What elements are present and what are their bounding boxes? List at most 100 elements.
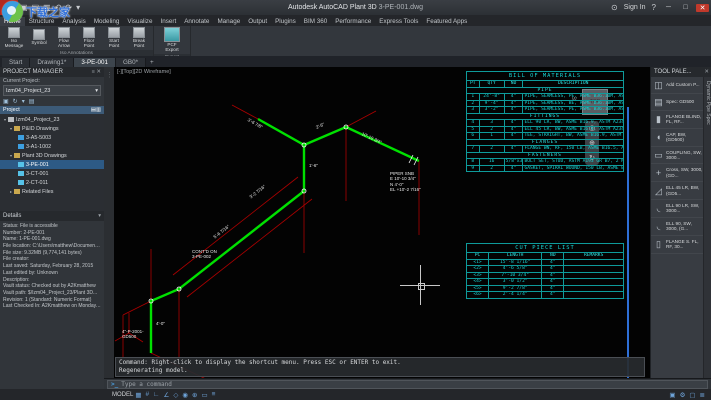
detail-line: Vault path: $/Izm04_Project_23/Plant 3D.… [3, 290, 101, 297]
file-tab-3-pe-001[interactable]: 3-PE-001 [74, 58, 116, 67]
cross-icon: + [653, 168, 664, 178]
panel-menu-icon[interactable]: ≡ [92, 69, 95, 75]
tree-item-pid-drawings[interactable]: ▾P&ID Drawings [0, 124, 104, 133]
filter-icon[interactable]: ▾ [22, 98, 25, 105]
ribbon-tab-bim360[interactable]: BIM 360 [300, 17, 331, 26]
lineweight-icon[interactable]: ≡ [212, 391, 216, 398]
ribbon-group-export: PCFExport Export [154, 26, 191, 56]
maximize-button[interactable]: □ [679, 4, 692, 11]
iso-table: CUT PIECE LISTPCLENGTHNDREMARKS<1>15'-8 … [466, 243, 624, 299]
osnap-icon[interactable]: ◉ [182, 391, 188, 399]
clean-screen-icon[interactable]: ▢ [689, 391, 695, 399]
tree-item-plant3d-drawings[interactable]: ▾Plant 3D Drawings [0, 151, 104, 160]
tree-header[interactable]: Project▤▥ [0, 106, 104, 114]
file-tab-gb0[interactable]: GB0* [116, 58, 146, 67]
detail-line: Name: 1-PE-001.dwg [3, 236, 101, 243]
palette-item-coupling[interactable]: ▭COUPLING, SW, 3000... [651, 147, 704, 165]
detail-line: Last Checked In: A2Kmatthew on Monday,..… [3, 303, 101, 310]
tree-item-related-files[interactable]: ▸Related Files [0, 187, 104, 196]
search-icon[interactable]: ⊙ [609, 3, 620, 12]
isodraft-icon[interactable]: ◇ [173, 391, 178, 399]
title-bar: A ▣ ▤ ▥ ↶ ↷ ▾ Autodesk AutoCAD Plant 3D … [0, 0, 711, 16]
pcf-export-button[interactable]: PCFExport [156, 27, 188, 53]
grid-icon[interactable]: ▦ [135, 391, 141, 399]
new-drawing-icon[interactable]: ▣ [3, 98, 9, 105]
palette-item-flange-blind[interactable]: ▮FLANGE BLIND, FL, RF... [651, 111, 704, 129]
file-tab-drawing1[interactable]: Drawing1* [30, 58, 74, 67]
break-point-button[interactable]: BreakPoint [127, 27, 151, 49]
detail-line: Number: 2-PE-001 [3, 230, 101, 237]
palette-item-cross[interactable]: +Cross, SW, 3000, (GD... [651, 164, 704, 182]
close-button[interactable]: ✕ [696, 4, 709, 12]
pickbox [418, 283, 425, 290]
tool-palette-panel: TOOL PALE... ✕ ◫Add Custom P... ▤Spec: G… [650, 67, 711, 389]
refresh-icon[interactable]: ↻ [13, 98, 18, 105]
sign-in-button[interactable]: Sign In [624, 4, 646, 11]
ribbon-tab-output[interactable]: Output [244, 17, 271, 26]
palette-tab-dynamic-pipe-spec[interactable]: Dynamic Pipe Spec [703, 77, 711, 389]
ribbon-tab-plugins[interactable]: Plugins [271, 17, 300, 26]
detail-line: Last edited by: Unknown [3, 270, 101, 277]
tree-item-drawing[interactable]: 3-CT-001 [0, 169, 104, 178]
command-input[interactable]: >_ Type a command [107, 380, 708, 389]
palette-item-flange-s[interactable]: ▯FLANGE S. FL, RF, 30... [651, 236, 704, 254]
palette-item-ell90[interactable]: ◟ELL 90, SW, 3000, (G... [651, 218, 704, 236]
ribbon-tab-visualize[interactable]: Visualize [123, 17, 156, 26]
detail-line: Description: [3, 277, 101, 284]
new-tab-button[interactable]: + [146, 58, 158, 67]
ortho-icon[interactable]: ∟ [153, 391, 159, 398]
iso-message-button[interactable]: IsoMessage [2, 27, 26, 49]
drawing-canvas[interactable]: [-][Top][2D Wireframe] TOP W ◎ ⊕ ↻ 3'-6 … [114, 67, 650, 378]
flange-icon: ▯ [653, 239, 664, 249]
workspace-gear-icon[interactable]: ⚙ [680, 391, 686, 399]
ribbon-tab-insert[interactable]: Insert [156, 17, 180, 26]
details-expand-icon[interactable]: ▾ [98, 213, 101, 219]
ribbon-tab-modeling[interactable]: Modeling [90, 17, 124, 26]
tree-item-drawing[interactable]: 2-CT-011 [0, 178, 104, 187]
ribbon-tab-performance[interactable]: Performance [331, 17, 375, 26]
file-tab-start[interactable]: Start [2, 58, 30, 67]
snap-icon[interactable]: # [146, 391, 150, 398]
tree-item-drawing[interactable]: 3-A5-5003 [0, 133, 104, 142]
dimension-label: 1'-6" [309, 163, 318, 168]
dynamic-input-icon[interactable]: ▭ [201, 391, 207, 399]
palette-item-add-custom-part[interactable]: ◫Add Custom P... [651, 77, 704, 94]
table-row: 614"TEE, STRAIGHT, BW, ASME B16.9, ASTM … [467, 133, 624, 140]
polar-icon[interactable]: ∠ [164, 391, 170, 399]
palette-item-ell90-lr[interactable]: ◟ELL 90 LR, SW, 3000... [651, 200, 704, 218]
palette-item-ell45[interactable]: ◿ELL 45 LR, BW, (GD5... [651, 182, 704, 200]
viewport-controls[interactable]: [-][Top][2D Wireframe] [117, 69, 171, 75]
palette-item-cap[interactable]: ◖CAP, BW, (GD500) [651, 129, 704, 147]
panel-close-icon[interactable]: ✕ [96, 69, 101, 75]
ribbon-tab-express-tools[interactable]: Express Tools [375, 17, 422, 26]
flow-arrow-button[interactable]: FlowArrow [52, 27, 76, 49]
tree-item-drawing-selected[interactable]: 3-PE-001 [0, 160, 104, 169]
tree-item-drawing[interactable]: 3-A1-1002 [0, 142, 104, 151]
tree-item-project-root[interactable]: ▾Izm04_Project_23 [0, 115, 104, 124]
object-track-icon[interactable]: ⊕ [192, 391, 197, 399]
symbol-button[interactable]: Symbol [27, 29, 51, 46]
start-point-button[interactable]: StartPoint [102, 27, 126, 49]
ribbon-tab-manage[interactable]: Manage [213, 17, 244, 26]
ribbon-tab-annotate[interactable]: Annotate [180, 17, 213, 26]
current-project-dropdown[interactable]: Izm04_Project_23▾ [3, 85, 101, 96]
ribbon-tab-featured-apps[interactable]: Featured Apps [422, 17, 471, 26]
detail-line: Last saved: Saturday, February 28, 2015 [3, 263, 101, 270]
palette-item-spec[interactable]: ▤Spec: GD500 [651, 94, 704, 111]
elbow90-icon: ◟ [653, 221, 664, 231]
pcf-export-icon [164, 27, 180, 42]
minimize-button[interactable]: ─ [662, 4, 675, 11]
palette-close-icon[interactable]: ✕ [704, 69, 709, 75]
customize-icon[interactable]: ≣ [700, 391, 705, 399]
help-icon[interactable]: ? [650, 3, 658, 12]
model-button[interactable]: MODEL [112, 392, 133, 398]
detail-line: Revision: 1 (Standard: Numeric Format) [3, 297, 101, 304]
dropdown-icon[interactable]: ▾ [74, 3, 82, 12]
views-icon[interactable]: ▤ [29, 98, 35, 105]
project-manager-header: PROJECT MANAGER ≡ ✕ [0, 67, 104, 77]
command-history[interactable]: Command: Right-click to display the shor… [115, 357, 645, 377]
floor-point-button[interactable]: FloorPoint [77, 27, 101, 49]
annotation-scale-icon[interactable]: ▣ [669, 391, 675, 399]
flange-icon: ▮ [653, 114, 664, 124]
details-header: Details ▾ [0, 211, 104, 221]
